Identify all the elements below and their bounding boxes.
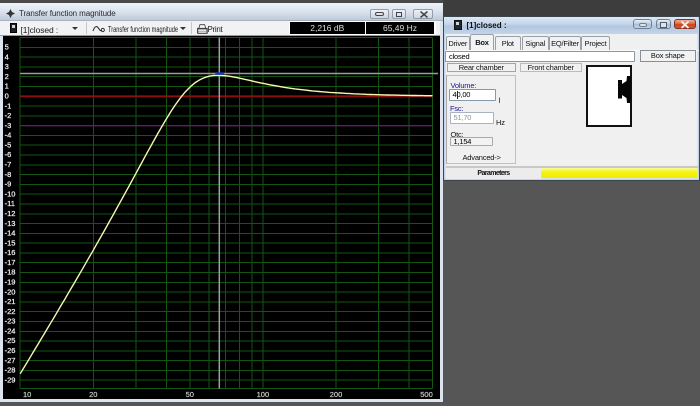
svg-text:-15: -15 [5,238,16,247]
svg-text:-5: -5 [5,141,12,150]
svg-text:2: 2 [5,72,9,81]
svg-text:-24: -24 [5,327,16,336]
svg-text:0: 0 [5,92,9,101]
svg-text:-13: -13 [5,219,16,228]
svg-text:-17: -17 [5,258,16,267]
svg-text:-2: -2 [5,111,12,120]
svg-text:1: 1 [5,82,9,91]
svg-text:-12: -12 [5,209,16,218]
svg-text:500: 500 [420,390,433,399]
svg-text:-29: -29 [5,375,16,384]
svg-text:-8: -8 [5,170,12,179]
svg-text:-14: -14 [5,229,16,238]
svg-text:-16: -16 [5,248,16,257]
svg-text:-1: -1 [5,101,12,110]
svg-text:-19: -19 [5,278,16,287]
svg-text:-6: -6 [5,150,12,159]
svg-text:-28: -28 [5,366,16,375]
svg-text:100: 100 [257,390,270,399]
svg-text:20: 20 [89,390,97,399]
svg-text:-27: -27 [5,356,16,365]
svg-text:-20: -20 [5,287,16,296]
svg-text:10: 10 [23,390,31,399]
svg-text:-22: -22 [5,307,16,316]
svg-text:-4: -4 [5,131,12,140]
svg-text:-25: -25 [5,336,16,345]
svg-text:-10: -10 [5,189,16,198]
svg-text:3: 3 [5,62,9,71]
svg-text:-11: -11 [5,199,15,208]
svg-text:50: 50 [186,390,194,399]
svg-text:4: 4 [5,52,9,61]
svg-text:-21: -21 [5,297,16,306]
svg-text:200: 200 [330,390,343,399]
svg-text:-23: -23 [5,317,16,326]
svg-text:-7: -7 [5,160,12,169]
svg-text:-18: -18 [5,268,16,277]
svg-text:5: 5 [5,43,9,52]
svg-text:-9: -9 [5,180,12,189]
svg-text:-26: -26 [5,346,16,355]
svg-text:-3: -3 [5,121,12,130]
